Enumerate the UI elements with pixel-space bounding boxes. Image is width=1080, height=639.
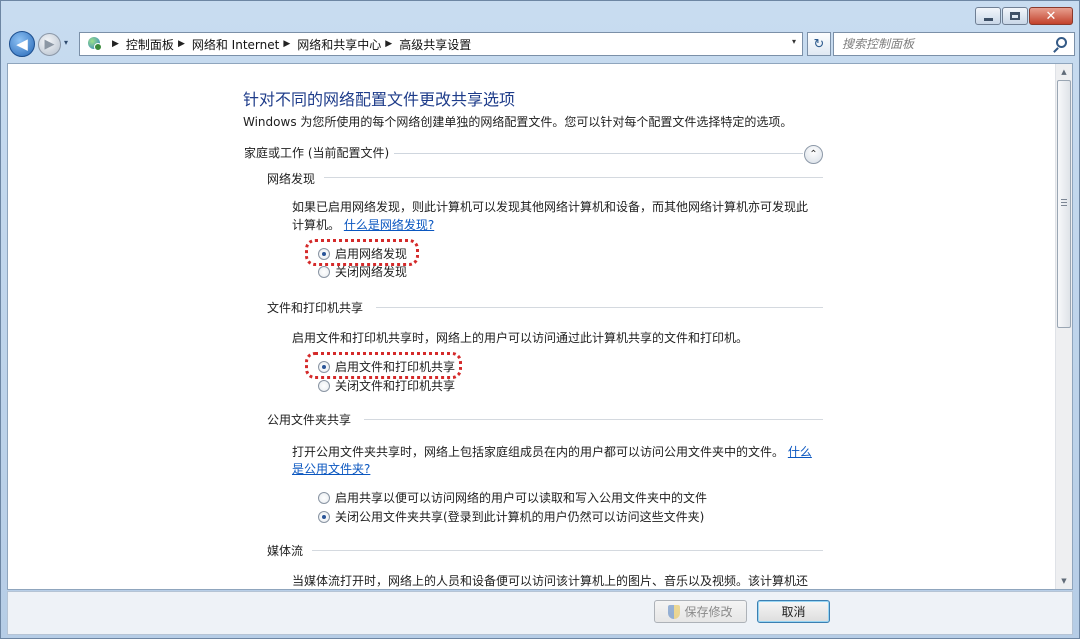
network-globe-icon — [86, 36, 104, 52]
what-is-public-folder-link[interactable]: 什么 — [788, 445, 812, 459]
section-divider — [312, 550, 823, 551]
radio-label: 启用网络发现 — [335, 247, 408, 261]
breadcrumb-separator-icon[interactable]: ▶ — [283, 39, 290, 49]
back-arrow-icon: ◀ — [16, 35, 28, 53]
button-bar: 保存修改 取消 — [7, 591, 1073, 635]
cancel-label: 取消 — [781, 605, 806, 619]
main-content: 针对不同的网络配置文件更改共享选项 Windows 为您所使用的每个网络创建单独… — [7, 63, 1073, 590]
radio-label: 关闭文件和打印机共享 — [335, 379, 456, 393]
radio-button[interactable] — [318, 265, 330, 278]
refresh-icon: ↻ — [813, 36, 825, 52]
forward-button[interactable]: ▶ — [38, 33, 61, 56]
breadcrumb-network-sharing-center[interactable]: 网络和共享中心 — [297, 36, 381, 53]
maximize-icon — [1010, 12, 1020, 20]
window-frame: ✕ ◀ ▶ ▾ ▶ 控制面板 ▶ 网络和 Internet ▶ 网络和共享中心 … — [0, 0, 1080, 639]
radio-label: 关闭公用文件夹共享(登录到此计算机的用户仍然可以访问这些文件夹) — [335, 510, 705, 524]
public-folder-sharing-description: 打开公用文件夹共享时，网络上包括家庭组成员在内的用户都可以访问公用文件夹中的文件… — [292, 443, 812, 461]
breadcrumb-control-panel[interactable]: 控制面板 — [126, 36, 174, 53]
profile-divider — [394, 153, 803, 154]
maximize-button[interactable] — [1002, 7, 1028, 25]
search-box — [833, 32, 1075, 56]
minimize-button[interactable] — [975, 7, 1001, 25]
radio-label: 启用文件和打印机共享 — [335, 360, 456, 374]
save-changes-button[interactable]: 保存修改 — [654, 600, 747, 623]
file-printer-sharing-description: 启用文件和打印机共享时，网络上的用户可以访问通过此计算机共享的文件和打印机。 — [292, 331, 749, 345]
caption-buttons: ✕ — [975, 7, 1073, 25]
radio-enable-public-folder-sharing[interactable]: 启用共享以便可以访问网络的用户可以读取和写入公用文件夹中的文件 — [318, 489, 707, 506]
scroll-up-icon[interactable]: ▲ — [1059, 67, 1069, 77]
radio-disable-public-folder-sharing[interactable]: 关闭公用文件夹共享(登录到此计算机的用户仍然可以访问这些文件夹) — [318, 508, 704, 525]
breadcrumb-network-internet[interactable]: 网络和 Internet — [192, 36, 279, 53]
public-folder-description-text: 打开公用文件夹共享时，网络上包括家庭组成员在内的用户都可以访问公用文件夹中的文件… — [292, 445, 785, 459]
refresh-button[interactable]: ↻ — [807, 32, 831, 56]
radio-label: 启用共享以便可以访问网络的用户可以读取和写入公用文件夹中的文件 — [335, 491, 708, 505]
search-icon[interactable] — [1056, 37, 1067, 48]
radio-disable-file-printer-sharing[interactable]: 关闭文件和打印机共享 — [318, 377, 455, 394]
radio-disable-network-discovery[interactable]: 关闭网络发现 — [318, 263, 407, 280]
profile-header: 家庭或工作 (当前配置文件) — [244, 146, 390, 160]
back-button[interactable]: ◀ — [9, 31, 35, 57]
network-discovery-description-cont: 计算机。 什么是网络发现? — [292, 216, 434, 234]
section-divider — [364, 419, 823, 420]
breadcrumb-separator-icon[interactable]: ▶ — [178, 39, 185, 49]
breadcrumb-advanced-sharing[interactable]: 高级共享设置 — [399, 36, 471, 53]
radio-button-selected[interactable] — [318, 247, 330, 260]
cancel-button[interactable]: 取消 — [757, 600, 830, 623]
radio-button-selected[interactable] — [318, 510, 330, 523]
chevron-up-icon: ⌃ — [809, 148, 818, 160]
breadcrumb-separator-icon[interactable]: ▶ — [112, 39, 119, 49]
radio-button[interactable] — [318, 379, 330, 392]
close-icon: ✕ — [1045, 8, 1057, 24]
close-button[interactable]: ✕ — [1029, 7, 1073, 25]
network-discovery-description: 如果已启用网络发现，则此计算机可以发现其他网络计算机和设备，而其他网络计算机亦可… — [292, 200, 809, 214]
address-bar[interactable]: ▶ 控制面板 ▶ 网络和 Internet ▶ 网络和共享中心 ▶ 高级共享设置… — [79, 32, 803, 56]
page-title: 针对不同的网络配置文件更改共享选项 — [243, 90, 516, 109]
media-streaming-description: 当媒体流打开时，网络上的人员和设备便可以访问该计算机上的图片、音乐以及视频。该计… — [292, 574, 809, 588]
section-divider — [376, 307, 823, 308]
forward-arrow-icon: ▶ — [44, 37, 55, 52]
what-is-public-folder-link-cont[interactable]: 是公用文件夹? — [292, 462, 370, 476]
radio-label: 关闭网络发现 — [335, 265, 408, 279]
navigation-bar: ◀ ▶ ▾ ▶ 控制面板 ▶ 网络和 Internet ▶ 网络和共享中心 ▶ … — [7, 30, 1075, 58]
section-title-public-folder-sharing: 公用文件夹共享 — [267, 413, 352, 427]
section-divider — [324, 177, 823, 178]
collapse-profile-button[interactable]: ⌃ — [804, 145, 823, 164]
radio-enable-network-discovery[interactable]: 启用网络发现 — [318, 245, 407, 262]
scrollbar-grip-icon — [1061, 199, 1067, 206]
vertical-scrollbar[interactable]: ▲ ▼ — [1055, 64, 1072, 589]
search-input[interactable] — [834, 37, 1044, 51]
minimize-icon — [983, 17, 993, 21]
radio-enable-file-printer-sharing[interactable]: 启用文件和打印机共享 — [318, 358, 455, 375]
scroll-down-icon[interactable]: ▼ — [1059, 576, 1069, 586]
section-title-file-printer-sharing: 文件和打印机共享 — [267, 301, 364, 315]
breadcrumb-separator-icon[interactable]: ▶ — [385, 39, 392, 49]
public-folder-sharing-description-cont: 是公用文件夹? — [292, 460, 370, 478]
scrollbar-thumb[interactable] — [1057, 80, 1071, 328]
chevron-down-icon: ▾ — [64, 38, 69, 47]
what-is-network-discovery-link[interactable]: 什么是网络发现? — [344, 218, 434, 232]
page-intro: Windows 为您所使用的每个网络创建单独的网络配置文件。您可以针对每个配置文… — [243, 115, 793, 129]
radio-button[interactable] — [318, 491, 330, 504]
save-changes-label: 保存修改 — [684, 605, 733, 619]
section-title-network-discovery: 网络发现 — [267, 172, 316, 186]
section-title-media-streaming: 媒体流 — [267, 544, 304, 558]
recent-pages-button[interactable]: ▾ — [64, 38, 74, 50]
address-dropdown-icon[interactable]: ▾ — [792, 37, 796, 46]
uac-shield-icon — [668, 604, 681, 619]
radio-button-selected[interactable] — [318, 360, 330, 373]
network-discovery-description-end: 计算机。 — [292, 218, 341, 232]
